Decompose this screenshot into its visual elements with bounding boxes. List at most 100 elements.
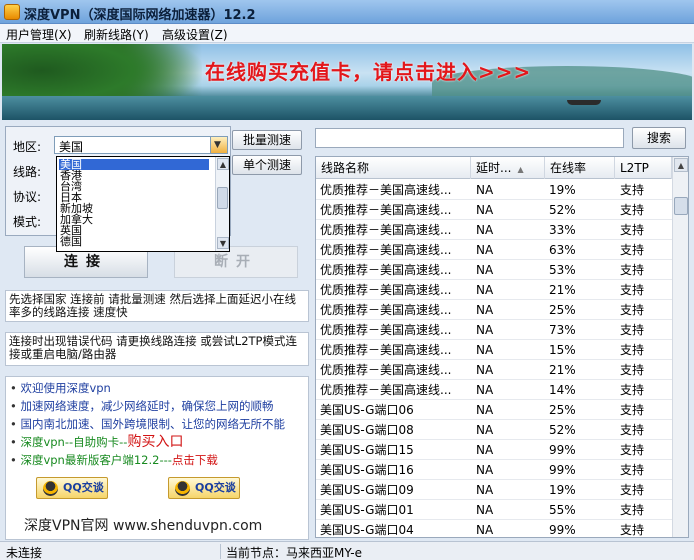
- news-buy-card-text: 深度vpn--自助购卡--: [20, 435, 128, 449]
- table-row[interactable]: 美国US-G端口15 NA 99% 支持: [316, 440, 672, 460]
- cell-line-name: 优质推荐－美国高速线...: [320, 343, 452, 357]
- connection-settings: 地区: 线路: 协议: 模式: 美国 ▼ 美国 香港 台湾 日本 新加坡 加拿大…: [5, 126, 231, 252]
- table-row[interactable]: 优质推荐－美国高速线... NA 21% 支持: [316, 280, 672, 300]
- region-selected-value: 美国: [59, 140, 84, 154]
- cell-line-name: 美国US-G端口09: [320, 483, 414, 497]
- cell-delay: NA: [476, 363, 494, 377]
- table-row[interactable]: 优质推荐－美国高速线... NA 73% 支持: [316, 320, 672, 340]
- cell-online-rate: 99%: [549, 523, 576, 537]
- cell-delay: NA: [476, 183, 494, 197]
- menu-user-management[interactable]: 用户管理(X): [6, 26, 72, 43]
- table-header: 线路名称 延时... ▲ 在线率 L2TP: [316, 157, 672, 179]
- table-row[interactable]: 优质推荐－美国高速线... NA 14% 支持: [316, 380, 672, 400]
- protocol-label: 协议:: [13, 190, 42, 204]
- cell-l2tp: 支持: [620, 263, 645, 277]
- cell-line-name: 美国US-G端口16: [320, 463, 414, 477]
- scroll-up-icon[interactable]: ▲: [217, 158, 229, 170]
- cell-delay: NA: [476, 383, 494, 397]
- news-download: • 深度vpn最新版客户端12.2---点击下载: [10, 453, 218, 467]
- cell-online-rate: 99%: [549, 463, 576, 477]
- official-site-link[interactable]: 深度VPN官网 www.shenduvpn.com: [24, 515, 262, 535]
- server-list-table: 线路名称 延时... ▲ 在线率 L2TP 优质推荐－美国高速线... NA 19% 支…: [315, 156, 689, 538]
- cell-online-rate: 19%: [549, 183, 576, 197]
- column-header-delay-label: 延时...: [476, 161, 512, 175]
- column-header-delay[interactable]: 延时... ▲: [471, 157, 545, 179]
- column-header-rate[interactable]: 在线率: [545, 157, 615, 179]
- cell-l2tp: 支持: [620, 343, 645, 357]
- news-panel: • 欢迎使用深度vpn • 加速网络速度，减少网络延时，确保您上网的顺畅 • 国…: [5, 376, 309, 540]
- scroll-down-icon[interactable]: ▼: [217, 237, 229, 249]
- tip-error-help: 连接时出现错误代码 请更换线路连接 或尝试L2TP模式连接或重启电脑/路由器: [5, 332, 309, 366]
- table-row[interactable]: 美国US-G端口06 NA 25% 支持: [316, 400, 672, 420]
- table-row[interactable]: 优质推荐－美国高速线... NA 53% 支持: [316, 260, 672, 280]
- sort-ascending-icon: ▲: [517, 165, 524, 174]
- status-bar: 未连接 当前节点：马来西亚MY-e: [0, 541, 694, 560]
- cell-delay: NA: [476, 203, 494, 217]
- qq-chat-label-1: QQ交谈: [63, 481, 104, 494]
- scroll-up-icon[interactable]: ▲: [674, 158, 688, 172]
- table-row[interactable]: 优质推荐－美国高速线... NA 21% 支持: [316, 360, 672, 380]
- app-icon: [4, 4, 20, 20]
- cell-line-name: 优质推荐－美国高速线...: [320, 263, 452, 277]
- table-scroll-thumb[interactable]: [674, 197, 688, 215]
- table-row[interactable]: 优质推荐－美国高速线... NA 33% 支持: [316, 220, 672, 240]
- qq-chat-button-2[interactable]: QQ交谈: [168, 477, 240, 499]
- search-button[interactable]: 搜索: [632, 127, 686, 149]
- news-accelerate-text: 加速网络速度，减少网络延时，确保您上网的顺畅: [20, 399, 274, 413]
- cell-l2tp: 支持: [620, 483, 645, 497]
- single-speed-test-button[interactable]: 单个测速: [232, 155, 302, 175]
- current-node-value: 马来西亚MY-e: [286, 546, 362, 560]
- news-domestic-text: 国内南北加速、国外跨境限制、让您的网络无所不能: [20, 417, 285, 431]
- region-select[interactable]: 美国 ▼: [54, 136, 228, 154]
- cell-l2tp: 支持: [620, 383, 645, 397]
- menu-advanced-settings[interactable]: 高级设置(Z): [162, 26, 228, 43]
- column-header-l2tp[interactable]: L2TP: [615, 157, 672, 179]
- qq-chat-button-1[interactable]: QQ交谈: [36, 477, 108, 499]
- cell-l2tp: 支持: [620, 223, 645, 237]
- dropdown-scroll-thumb[interactable]: [217, 187, 228, 209]
- table-row[interactable]: 美国US-G端口09 NA 19% 支持: [316, 480, 672, 500]
- dropdown-scrollbar[interactable]: ▲ ▼: [215, 157, 229, 251]
- menu-refresh-lines[interactable]: 刷新线路(Y): [84, 26, 149, 43]
- banner-buy-card-link[interactable]: 在线购买充值卡，请点击进入>>>: [205, 56, 531, 85]
- cell-l2tp: 支持: [620, 443, 645, 457]
- table-scrollbar[interactable]: ▲: [672, 157, 688, 537]
- table-row[interactable]: 美国US-G端口16 NA 99% 支持: [316, 460, 672, 480]
- cell-l2tp: 支持: [620, 183, 645, 197]
- tip-speed-test: 先选择国家 连接前 请批量测速 然后选择上面延迟小在线率多的线路连接 速度快: [5, 290, 309, 322]
- search-input[interactable]: [315, 128, 624, 148]
- cell-l2tp: 支持: [620, 463, 645, 477]
- cell-online-rate: 52%: [549, 203, 576, 217]
- cell-online-rate: 19%: [549, 483, 576, 497]
- ad-banner[interactable]: 在线购买充值卡，请点击进入>>>: [2, 44, 692, 120]
- table-row[interactable]: 优质推荐－美国高速线... NA 15% 支持: [316, 340, 672, 360]
- left-panel: 地区: 线路: 协议: 模式: 美国 ▼ 美国 香港 台湾 日本 新加坡 加拿大…: [2, 122, 310, 540]
- region-option-germany[interactable]: 德国: [59, 236, 209, 247]
- mode-label: 模式:: [13, 215, 42, 229]
- cell-l2tp: 支持: [620, 423, 645, 437]
- cell-line-name: 优质推荐－美国高速线...: [320, 223, 452, 237]
- cell-delay: NA: [476, 423, 494, 437]
- region-dropdown-arrow[interactable]: ▼: [210, 137, 227, 153]
- download-link[interactable]: 点击下载: [172, 453, 218, 467]
- cell-online-rate: 21%: [549, 363, 576, 377]
- news-download-text: 深度vpn最新版客户端12.2---: [20, 453, 172, 467]
- table-row[interactable]: 优质推荐－美国高速线... NA 25% 支持: [316, 300, 672, 320]
- table-row[interactable]: 美国US-G端口01 NA 55% 支持: [316, 500, 672, 520]
- cell-online-rate: 25%: [549, 403, 576, 417]
- cell-line-name: 优质推荐－美国高速线...: [320, 203, 452, 217]
- table-row[interactable]: 美国US-G端口04 NA 99% 支持: [316, 520, 672, 537]
- cell-online-rate: 73%: [549, 323, 576, 337]
- table-row[interactable]: 优质推荐－美国高速线... NA 63% 支持: [316, 240, 672, 260]
- cell-delay: NA: [476, 263, 494, 277]
- column-header-name[interactable]: 线路名称: [316, 157, 471, 179]
- cell-online-rate: 99%: [549, 443, 576, 457]
- cell-delay: NA: [476, 323, 494, 337]
- batch-speed-test-button[interactable]: 批量测速: [232, 130, 302, 150]
- table-row[interactable]: 优质推荐－美国高速线... NA 19% 支持: [316, 180, 672, 200]
- table-row[interactable]: 美国US-G端口08 NA 52% 支持: [316, 420, 672, 440]
- cell-l2tp: 支持: [620, 503, 645, 517]
- table-row[interactable]: 优质推荐－美国高速线... NA 52% 支持: [316, 200, 672, 220]
- cell-delay: NA: [476, 523, 494, 537]
- buy-entry-link[interactable]: 购买入口: [127, 434, 183, 450]
